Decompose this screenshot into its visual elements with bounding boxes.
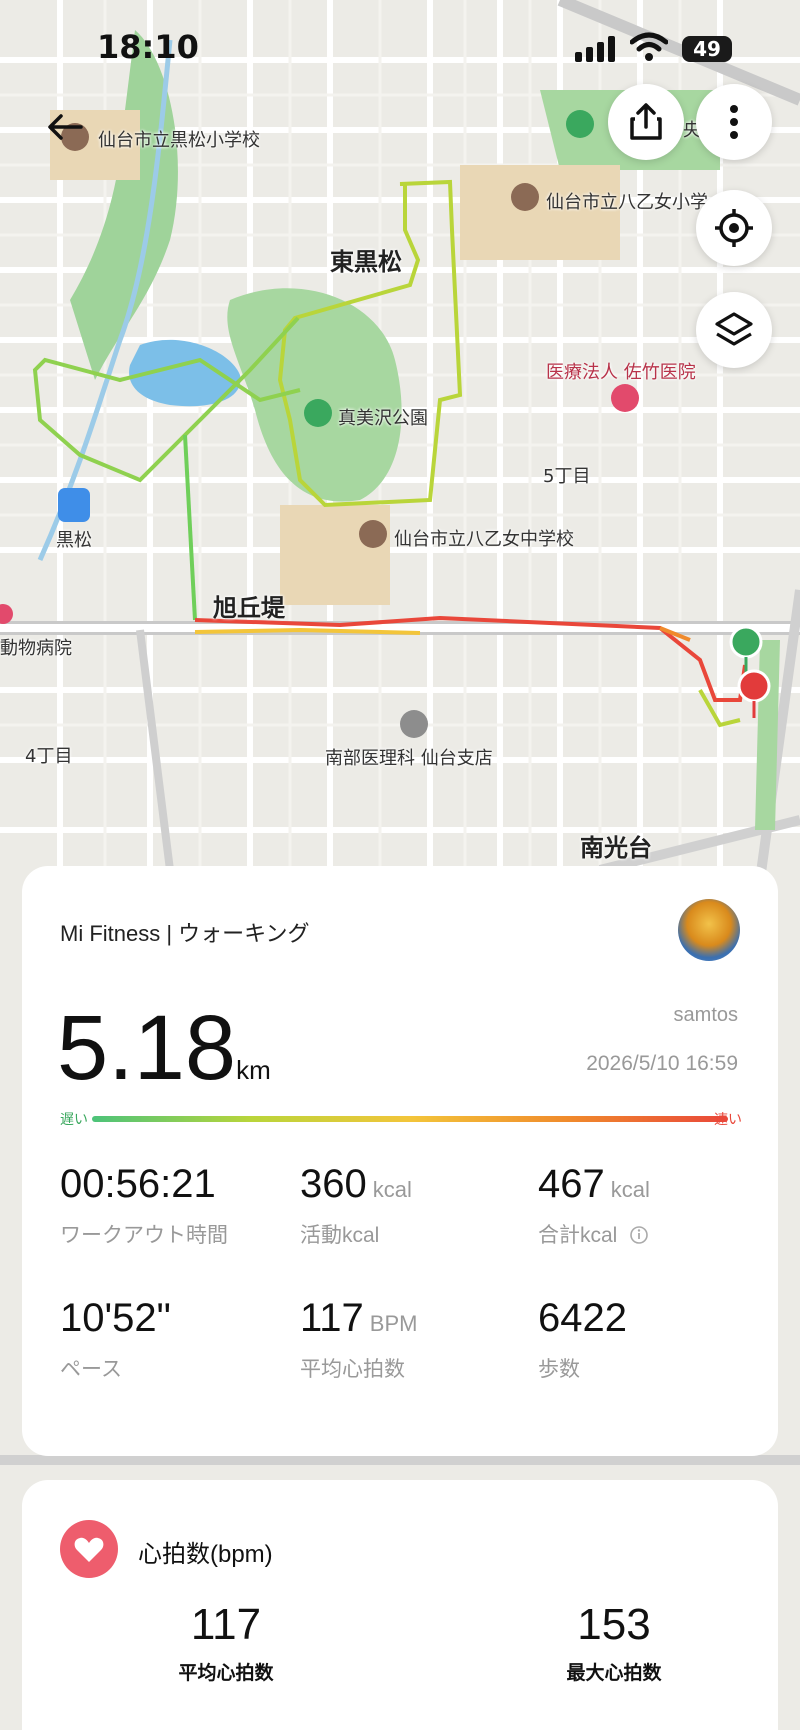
source-label: Mi Fitness | ウォーキング bbox=[60, 916, 310, 948]
distance-value: 5.18 bbox=[57, 997, 236, 1099]
stat-label: 最大心拍数 bbox=[494, 1658, 734, 1685]
stat-label: 歩数 bbox=[538, 1353, 627, 1383]
distance: 5.18km bbox=[57, 996, 271, 1101]
stat-value: 10'52" bbox=[60, 1296, 171, 1340]
back-button[interactable] bbox=[40, 102, 90, 152]
wifi-icon bbox=[630, 32, 668, 62]
stat-value: 117 bbox=[191, 1600, 261, 1649]
map-label-park: 真美沢公園 bbox=[338, 404, 428, 430]
clinic-marker-icon bbox=[611, 384, 639, 412]
stat-total-kcal: 467kcal 合計kcal bbox=[538, 1162, 650, 1249]
map-label-school: 仙台市立八乙女小学 bbox=[546, 188, 708, 214]
stat-value: 6422 bbox=[538, 1296, 627, 1340]
stat-value: 153 bbox=[577, 1600, 650, 1649]
park-marker-icon bbox=[566, 110, 594, 138]
stat-active-kcal: 360kcal 活動kcal bbox=[300, 1162, 412, 1249]
stat-label: ペース bbox=[60, 1353, 171, 1383]
map-label-district: 南光台 bbox=[580, 828, 652, 863]
stat-avg-heart-rate: 117BPM 平均心拍数 bbox=[300, 1296, 417, 1383]
more-vertical-icon bbox=[729, 104, 739, 140]
workout-summary-card: Mi Fitness | ウォーキング 5.18km samtos 2026/5… bbox=[22, 866, 778, 1456]
pace-gradient-bar bbox=[92, 1116, 728, 1122]
poi-marker-icon bbox=[400, 710, 428, 738]
stat-value: 467 bbox=[538, 1162, 605, 1206]
signal-icon bbox=[575, 36, 619, 62]
map-label-district: 東黒松 bbox=[330, 242, 402, 277]
station-marker-icon bbox=[58, 488, 90, 522]
status-bar: 18:10 49 bbox=[0, 28, 800, 68]
share-icon bbox=[629, 103, 663, 141]
stat-unit: BPM bbox=[370, 1311, 418, 1336]
distance-unit: km bbox=[236, 1055, 271, 1085]
map-label-school: 仙台市立黒松小学校 bbox=[98, 126, 260, 152]
map-label-school: 仙台市立八乙女中学校 bbox=[394, 525, 574, 551]
stat-steps: 6422 歩数 bbox=[538, 1296, 627, 1383]
stat-label: 平均心拍数 bbox=[300, 1353, 417, 1383]
park-marker-icon bbox=[304, 399, 332, 427]
stat-value: 00:56:21 bbox=[60, 1162, 216, 1206]
stat-pace: 10'52" ペース bbox=[60, 1296, 171, 1383]
locate-button[interactable] bbox=[696, 190, 772, 266]
map-label-district: 旭丘堤 bbox=[213, 588, 285, 623]
stat-label: 平均心拍数 bbox=[106, 1658, 346, 1685]
user-avatar[interactable] bbox=[678, 899, 740, 961]
pace-slow-label: 遅い bbox=[60, 1109, 88, 1129]
crosshair-icon bbox=[714, 208, 754, 248]
map-label-nambu: 南部医理科 仙台支店 bbox=[325, 744, 493, 770]
status-time: 18:10 bbox=[97, 28, 199, 66]
stat-label: ワークアウト時間 bbox=[60, 1219, 228, 1249]
map-label-clinic: 医療法人 佐竹医院 bbox=[546, 358, 696, 384]
info-icon[interactable] bbox=[629, 1225, 649, 1245]
battery-indicator: 49 bbox=[682, 36, 732, 62]
stat-label: 活動kcal bbox=[300, 1219, 412, 1249]
username: samtos bbox=[674, 1004, 738, 1027]
pace-fast-label: 速い bbox=[714, 1109, 742, 1129]
stat-unit: kcal bbox=[373, 1177, 412, 1202]
stat-value: 117 bbox=[300, 1296, 364, 1340]
school-marker-icon bbox=[511, 183, 539, 211]
back-arrow-icon bbox=[47, 112, 83, 142]
stat-duration: 00:56:21 ワークアウト時間 bbox=[60, 1162, 228, 1249]
workout-datetime: 2026/5/10 16:59 bbox=[586, 1052, 738, 1076]
map-label-station: 黒松 bbox=[56, 526, 92, 552]
map-label-animal-hospital: 動物病院 bbox=[0, 634, 72, 660]
map-label-block: 5丁目 bbox=[543, 462, 590, 488]
layers-icon bbox=[714, 311, 754, 349]
heart-rate-max: 153 最大心拍数 bbox=[494, 1600, 734, 1685]
layers-button[interactable] bbox=[696, 292, 772, 368]
heart-rate-title: 心拍数(bpm) bbox=[138, 1534, 273, 1569]
heart-rate-avg: 117 平均心拍数 bbox=[106, 1600, 346, 1685]
stat-value: 360 bbox=[300, 1162, 367, 1206]
map-label-block: 4丁目 bbox=[25, 742, 72, 768]
stat-unit: kcal bbox=[611, 1177, 650, 1202]
heart-icon bbox=[74, 1536, 104, 1563]
school-marker-icon bbox=[359, 520, 387, 548]
share-button[interactable] bbox=[608, 84, 684, 160]
stat-label: 合計kcal bbox=[538, 1219, 650, 1249]
heart-badge bbox=[60, 1520, 118, 1578]
more-options-button[interactable] bbox=[696, 84, 772, 160]
heart-rate-card[interactable]: 心拍数(bpm) 117 平均心拍数 153 最大心拍数 bbox=[22, 1480, 778, 1730]
